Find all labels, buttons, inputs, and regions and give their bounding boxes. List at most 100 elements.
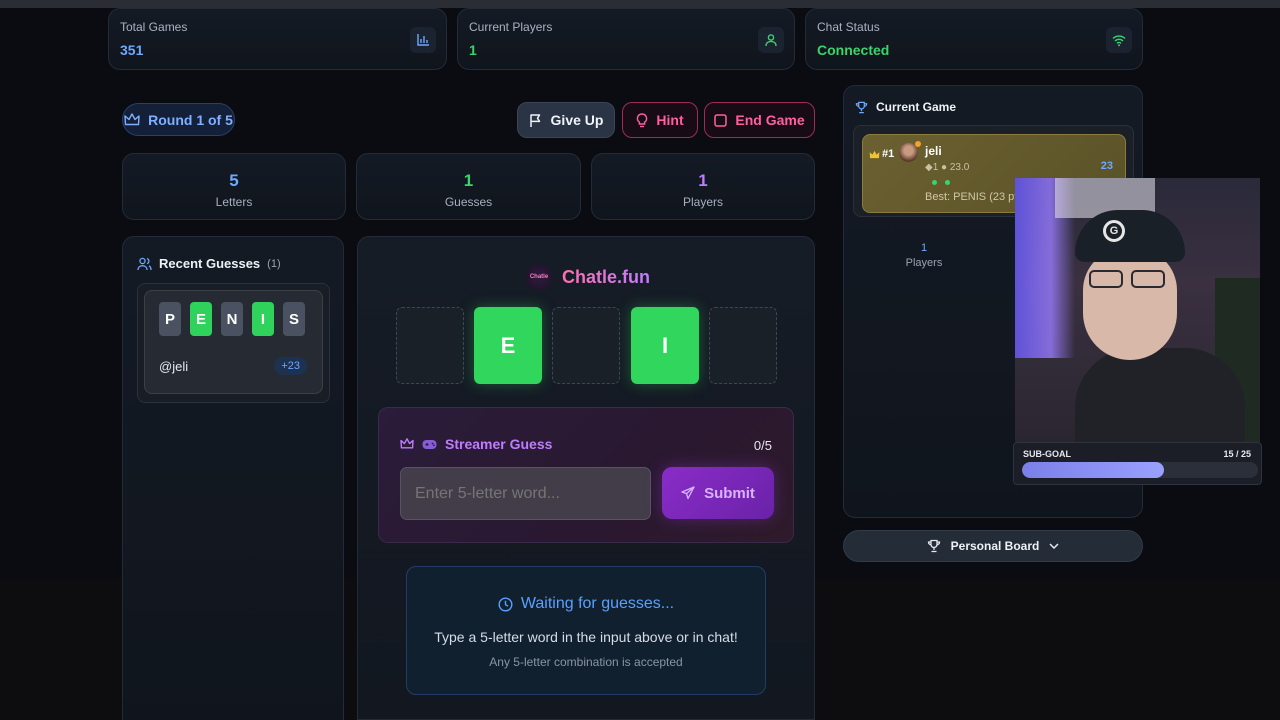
stat-card-current-players: Current Players 1 — [457, 8, 795, 70]
crown-icon — [869, 150, 880, 160]
stat-label: Chat Status — [817, 20, 880, 34]
end-game-label: End Game — [735, 112, 805, 128]
stat-value: 1 — [469, 42, 477, 58]
brand-header: Chatle Chatle.fun — [526, 264, 650, 290]
streamer-guess-header: Streamer Guess — [400, 436, 552, 452]
gamepad-icon — [422, 439, 437, 450]
player-meta: ◆1 ● 23.0 — [925, 162, 970, 173]
players-summary-count: 1 — [920, 242, 928, 254]
stat-card-chat-status: Chat Status Connected — [805, 8, 1143, 70]
give-up-button[interactable]: Give Up — [517, 102, 615, 138]
end-game-button[interactable]: End Game — [704, 102, 815, 138]
current-game-title: Current Game — [876, 100, 957, 114]
webcam-glasses-right — [1131, 270, 1165, 288]
letter-tile: S — [283, 302, 305, 336]
stat-label: Total Games — [120, 20, 188, 34]
stat-label: Current Players — [469, 20, 553, 34]
guess-points-badge: +23 — [274, 357, 307, 375]
cap-logo-icon: G — [1103, 220, 1125, 242]
trophy-icon — [927, 539, 941, 553]
lightbulb-icon — [636, 112, 648, 128]
waiting-instructions: Type a 5-letter word in the input above … — [434, 629, 738, 645]
player-rank: #1 — [882, 148, 895, 160]
current-game-header: Current Game — [855, 100, 956, 114]
webcam-glasses-left — [1089, 270, 1123, 288]
players-summary-label: Players — [905, 257, 943, 269]
webcam-body — [1075, 348, 1245, 442]
submit-label: Submit — [704, 484, 755, 502]
board-tile — [552, 307, 620, 384]
chevron-down-icon — [1049, 543, 1059, 549]
recent-guesses-count: (1) — [267, 257, 281, 270]
sub-goal-label: SUB-GOAL — [1023, 449, 1071, 459]
round-indicator: Round 1 of 5 — [122, 103, 235, 136]
player-meta-value: 1 — [932, 162, 939, 173]
recent-guesses-title: Recent Guesses — [159, 256, 261, 271]
stop-square-icon — [714, 113, 728, 127]
online-indicator — [915, 141, 921, 147]
webcam-feed: G — [1015, 178, 1260, 442]
players-label: Players — [682, 195, 723, 209]
round-label: Round 1 of 5 — [148, 111, 233, 128]
streamer-guess-section: Streamer Guess 0/5 Submit — [378, 407, 794, 543]
trophy-icon — [855, 101, 868, 114]
recent-guesses-panel: Recent Guesses (1) P E N I S @jeli +23 — [122, 236, 344, 720]
guess-username: @jeli — [159, 359, 189, 374]
clock-icon — [498, 596, 513, 612]
send-icon — [681, 486, 695, 500]
board-tile — [396, 307, 464, 384]
player-score-meta: 23.0 — [949, 162, 970, 173]
letter-tile: N — [221, 302, 243, 336]
flag-icon — [529, 113, 543, 128]
word-input[interactable] — [400, 467, 651, 520]
wifi-icon — [1106, 27, 1132, 53]
stat-value: Connected — [817, 42, 890, 58]
stat-card-total-games: Total Games 351 — [108, 8, 447, 70]
letters-count: 5 — [229, 171, 239, 190]
streamer-guess-title: Streamer Guess — [445, 436, 553, 452]
players-summary: 1 Players — [884, 242, 964, 269]
waiting-header: Waiting for guesses... — [407, 595, 765, 613]
webcam-face — [1083, 248, 1177, 360]
stat-value: 351 — [120, 42, 144, 58]
recent-guesses-list: P E N I S @jeli +23 — [137, 283, 330, 403]
sub-goal-progress-track — [1022, 462, 1258, 478]
guesses-stat: 1 Guesses — [356, 153, 581, 220]
sub-goal-widget: SUB-GOAL 15 / 25 — [1013, 442, 1262, 485]
browser-top-strip — [0, 0, 1280, 8]
sub-goal-value: 15 / 25 — [1223, 449, 1251, 459]
submit-button[interactable]: Submit — [662, 467, 774, 519]
players-stat: 1 Players — [591, 153, 815, 220]
users-icon — [137, 257, 152, 271]
player-best: Best: PENIS (23 pts) — [925, 191, 1027, 203]
letter-tile: I — [252, 302, 274, 336]
hint-label: Hint — [656, 112, 684, 128]
letter-tile: P — [159, 302, 181, 336]
guesses-count: 1 — [463, 171, 474, 190]
waiting-status-box: Waiting for guesses... Type a 5-letter w… — [406, 566, 766, 695]
player-dots — [932, 180, 950, 185]
board-tile — [709, 307, 777, 384]
personal-board-button[interactable]: Personal Board — [843, 530, 1143, 562]
list-item[interactable]: P E N I S @jeli +23 — [144, 290, 323, 394]
recent-guesses-header: Recent Guesses (1) — [137, 256, 281, 271]
letters-stat: 5 Letters — [122, 153, 346, 220]
crown-icon — [124, 112, 140, 127]
board-tile: I — [631, 307, 699, 384]
player-name: jeli — [925, 144, 942, 158]
letters-label: Letters — [215, 195, 253, 209]
sub-goal-progress-fill — [1022, 462, 1164, 478]
waiting-note: Any 5-letter combination is accepted — [489, 655, 683, 669]
brand-name: Chatle.fun — [562, 266, 650, 287]
user-icon — [758, 27, 784, 53]
chatle-logo: Chatle — [526, 264, 552, 290]
give-up-label: Give Up — [550, 112, 604, 128]
hint-button[interactable]: Hint — [622, 102, 698, 138]
bar-chart-icon — [410, 27, 436, 53]
players-count: 1 — [698, 171, 708, 190]
guess-word-tiles: P E N I S — [159, 302, 305, 336]
personal-board-label: Personal Board — [950, 539, 1040, 553]
webcam-cap — [1075, 210, 1185, 262]
crown-icon — [400, 438, 414, 450]
letter-tile: E — [190, 302, 212, 336]
